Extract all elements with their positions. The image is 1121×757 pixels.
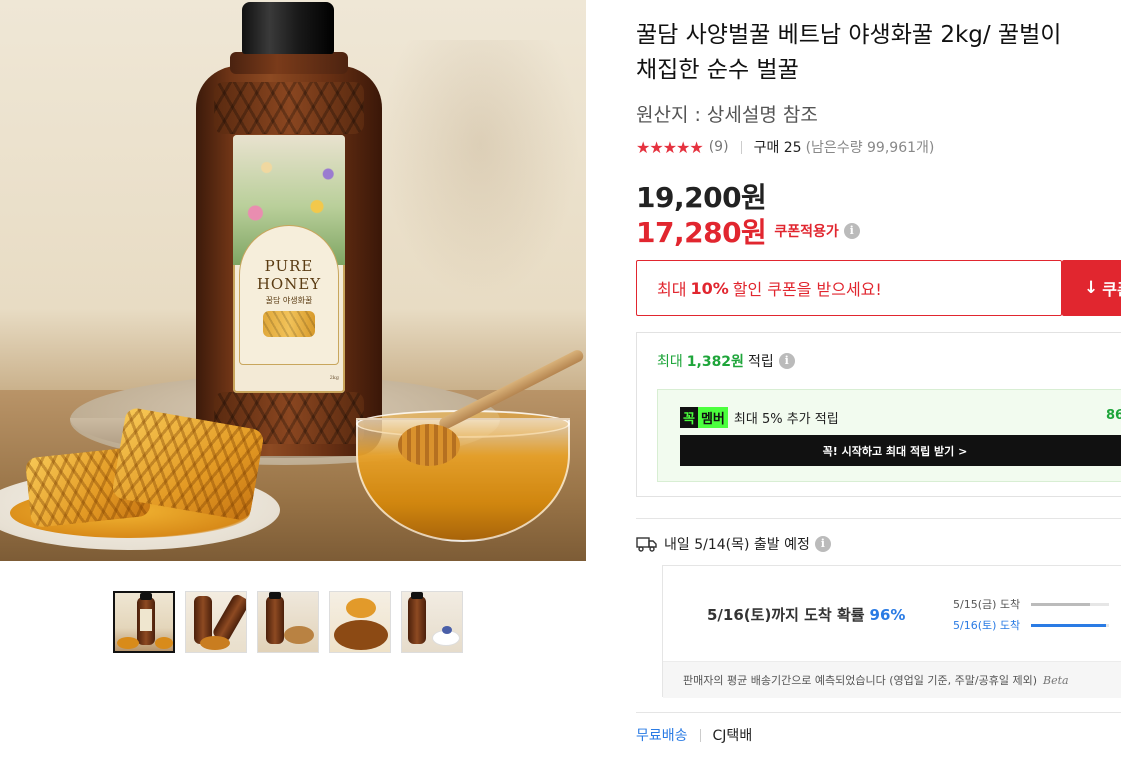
label-honey: HONEY (256, 275, 322, 293)
coupon-prefix: 최대 (657, 280, 687, 299)
sale-price: 17,280원 (636, 216, 767, 249)
thumbnail-4[interactable] (329, 591, 391, 653)
points-prefix: 최대 (657, 354, 683, 370)
membership-benefit-text: 최대 5% 추가 적립 (733, 412, 839, 427)
thumbnail-5[interactable] (401, 591, 463, 653)
original-price: 19,200원 (636, 181, 767, 214)
arrival-percent: 96% (869, 606, 906, 624)
free-shipping-label: 무료배송 (636, 728, 688, 744)
arrival-probability: 5/16(토)까지 도착 확률 96% (707, 604, 905, 625)
info-icon[interactable]: i (843, 223, 860, 239)
label-honeycomb-art (263, 311, 315, 337)
arrival-text: 5/16(토)까지 도착 확률 (707, 606, 865, 624)
bottle-label: PURE HONEY 꿀담 야생화꿀 2kg (233, 135, 345, 393)
bottle-comb-pattern-top (214, 82, 364, 134)
membership-points-amount: 86 (1106, 408, 1121, 423)
departure-text: 내일 5/14(목) 출발 예정 (664, 537, 810, 553)
arrival-bar-track (1031, 623, 1109, 627)
divider (740, 140, 742, 154)
arrival-distribution-row: 5/15(금) 도착 (953, 596, 1109, 612)
footnote-text: 판매자의 평균 배송기간으로 예측되었습니다 (영업일 기준, 주말/공휴일 제… (683, 674, 1037, 687)
rating-stars-icon[interactable]: ★★★★★ (636, 138, 704, 157)
coupon-banner: 최대 10% 할인 쿠폰을 받으세요! (636, 260, 1062, 316)
coupon-suffix: 할인 쿠폰을 받으세요! (732, 280, 882, 299)
thumbnail-strip (113, 591, 463, 653)
membership-tag: 꼭 멤버 최대 5% 추가 적립 (680, 407, 839, 428)
membership-box: 꼭 멤버 최대 5% 추가 적립 86 꼭! 시작하고 최대 적립 받기 > (657, 389, 1121, 482)
arrival-bar-fill (1031, 623, 1106, 627)
bottle-neck (230, 52, 348, 74)
arrival-bar-track (1031, 602, 1109, 606)
label-brand: 꿀담 야생화꿀 (265, 296, 313, 305)
divider (636, 518, 1121, 519)
membership-start-button[interactable]: 꼭! 시작하고 최대 적립 받기 > (680, 435, 1121, 466)
arrival-date-label: 5/15(금) 도착 (953, 598, 1021, 611)
sale-price-row: 17,280원 쿠폰적용가 i (636, 211, 860, 251)
label-weight: 2kg (329, 375, 339, 381)
divider (636, 712, 1121, 713)
product-origin: 원산지 : 상세설명 참조 (636, 104, 818, 126)
points-amount: 1,382원 (686, 354, 744, 370)
coupon-percent: 10% (690, 278, 729, 298)
thumbnail-1[interactable] (113, 591, 175, 653)
download-icon: ↓ (1084, 278, 1099, 298)
delivery-footnote: 판매자의 평균 배송기간으로 예측되었습니다 (영업일 기준, 주말/공휴일 제… (663, 661, 1121, 698)
purchase-count: 구매 25 (753, 140, 802, 156)
points-suffix: 적립 (747, 354, 774, 370)
membership-logo-part-b: 멤버 (697, 407, 728, 428)
honey-dipper-head (398, 424, 460, 466)
info-icon[interactable]: i (778, 353, 795, 369)
thumbnail-2[interactable] (185, 591, 247, 653)
points-box: 최대 1,382원 적립 i 꼭 멤버 최대 5% 추가 적립 86 꼭! 시작… (636, 332, 1121, 497)
delivery-estimate-box: 5/16(토)까지 도착 확률 96% 5/15(금) 도착 5/16(토) 도착… (662, 565, 1121, 698)
membership-logo-part-a: 꼭 (680, 407, 698, 428)
arrival-distribution-row: 5/16(토) 도착 (953, 617, 1109, 633)
courier-name: CJ택배 (712, 728, 753, 744)
rating-row: ★★★★★ (9) 구매 25 (남은수량 99,961개) (636, 136, 934, 158)
coupon-download-button[interactable]: ↓ 쿠폰 (1062, 260, 1121, 316)
truck-icon (636, 537, 657, 552)
arrival-date-label: 5/16(토) 도착 (953, 619, 1021, 632)
product-title-line2: 채집한 순수 벌꿀 (636, 57, 799, 83)
label-pure: PURE (264, 257, 314, 275)
arrival-bar-fill (1031, 602, 1090, 606)
wall-shadow (380, 40, 580, 300)
beta-badge: Beta (1042, 673, 1069, 687)
info-icon[interactable]: i (814, 536, 831, 552)
coupon-price-label: 쿠폰적용가 (774, 224, 839, 240)
divider (699, 728, 701, 742)
remaining-stock: (남은수량 99,961개) (805, 140, 935, 156)
thumbnail-3[interactable] (257, 591, 319, 653)
product-title: 꿀담 사양벌꿀 베트남 야생화꿀 2kg/ 꿀벌이 채집한 순수 벌꿀 (636, 18, 1121, 88)
product-main-image[interactable]: PURE HONEY 꿀담 야생화꿀 2kg (0, 0, 586, 561)
coupon-button-label: 쿠폰 (1102, 280, 1121, 299)
shipping-fee-row: 무료배송 CJ택배 (636, 725, 752, 745)
review-count-link[interactable]: (9) (709, 139, 729, 155)
shipping-departure-row: 내일 5/14(목) 출발 예정 i (636, 534, 831, 554)
points-header: 최대 1,382원 적립 i (657, 351, 795, 371)
product-title-line1: 꿀담 사양벌꿀 베트남 야생화꿀 2kg/ 꿀벌이 (636, 22, 1062, 48)
bottle-cap (242, 2, 334, 54)
